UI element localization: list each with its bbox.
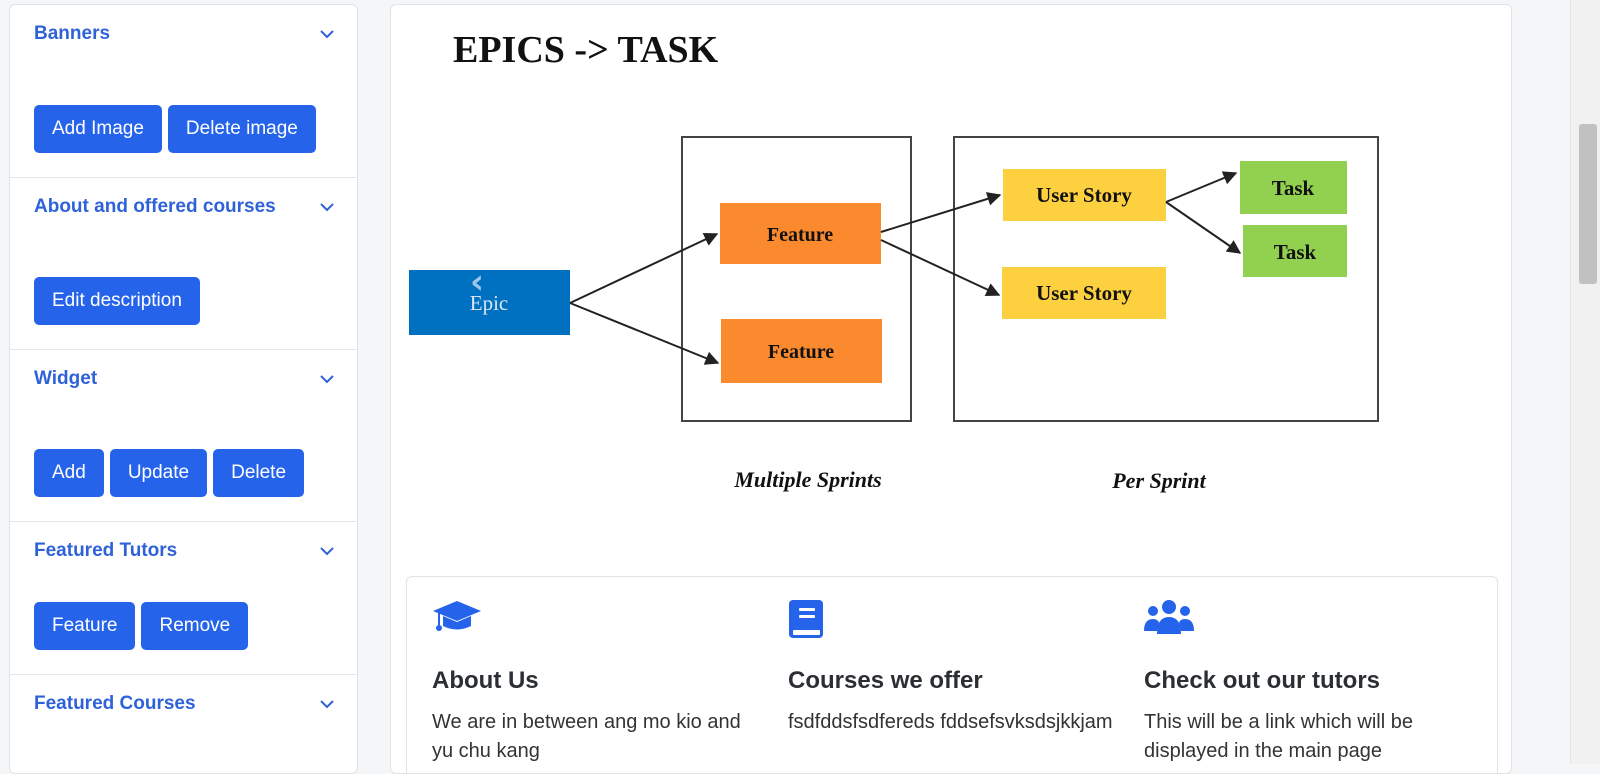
chevron-left-icon: ‹: [470, 262, 484, 302]
section-widget: Widget Add Update Delete: [10, 349, 357, 521]
chevron-down-icon: [317, 694, 337, 714]
feature-tutor-button[interactable]: Feature: [34, 602, 136, 650]
user-story-label: User Story: [1036, 281, 1132, 305]
admin-sidebar: Banners Add Image Delete image About and…: [9, 4, 358, 774]
user-story-label: User Story: [1036, 183, 1132, 207]
section-title: Widget: [34, 368, 98, 389]
arrow: [1165, 201, 1242, 254]
main-content: EPICS -> TASK Epic ‹ Feature Feature Use…: [390, 4, 1512, 774]
banners-header[interactable]: Banners: [34, 19, 337, 49]
widget-header[interactable]: Widget: [34, 364, 337, 394]
section-featured-tutors: Featured Tutors Feature Remove: [10, 521, 357, 674]
users-icon: [1144, 599, 1196, 643]
arrow: [569, 302, 720, 365]
card-text: We are in between ang mo kio and yu chu …: [432, 711, 741, 762]
section-banners: Banners Add Image Delete image: [10, 5, 357, 181]
section-title: Featured Courses: [34, 693, 196, 714]
about-courses-header[interactable]: About and offered courses: [34, 192, 337, 222]
featured-courses-header[interactable]: Featured Courses: [34, 689, 337, 719]
card-title: About Us: [432, 667, 539, 694]
card-text: fsdfddsfsdfereds fddsefsvksdsjkkjam: [788, 711, 1113, 733]
arrow: [880, 239, 1001, 297]
per-sprint-caption: Per Sprint: [1111, 468, 1206, 493]
feature-label: Feature: [767, 224, 833, 246]
multiple-sprints-caption: Multiple Sprints: [733, 467, 881, 492]
add-widget-button[interactable]: Add: [34, 449, 104, 497]
delete-widget-button[interactable]: Delete: [213, 449, 305, 497]
arrow: [569, 233, 719, 304]
card-title: Courses we offer: [788, 667, 983, 694]
section-title: About and offered courses: [34, 196, 276, 217]
chevron-down-icon: [317, 197, 337, 217]
section-title: Banners: [34, 23, 111, 44]
section-featured-courses: Featured Courses: [10, 674, 357, 773]
graduation-cap-icon: [432, 599, 484, 643]
arrow: [1165, 171, 1238, 203]
banner-heading: EPICS -> TASK: [453, 29, 719, 71]
delete-image-button[interactable]: Delete image: [167, 105, 316, 153]
chevron-down-icon: [317, 369, 337, 389]
book-icon: [788, 599, 840, 643]
page-scrollbar[interactable]: [1570, 0, 1600, 764]
task-label: Task: [1272, 176, 1315, 200]
add-image-button[interactable]: Add Image: [34, 105, 162, 153]
section-about-courses: About and offered courses Edit descripti…: [10, 177, 357, 349]
featured-tutors-header[interactable]: Featured Tutors: [34, 536, 337, 566]
chevron-down-icon: [317, 541, 337, 561]
task-label: Task: [1274, 240, 1317, 264]
carousel-prev-control[interactable]: ‹: [470, 262, 484, 302]
card-title: Check out our tutors: [1144, 667, 1381, 694]
remove-tutor-button[interactable]: Remove: [141, 602, 249, 650]
update-widget-button[interactable]: Update: [109, 449, 208, 497]
scrollbar-thumb[interactable]: [1579, 124, 1597, 284]
edit-description-button[interactable]: Edit description: [34, 277, 200, 325]
arrow: [880, 192, 1002, 233]
section-title: Featured Tutors: [34, 540, 178, 561]
feature-label: Feature: [768, 341, 834, 363]
card-text: This will be a link which will be displa…: [1144, 711, 1413, 762]
banner-carousel: EPICS -> TASK Epic ‹ Feature Feature Use…: [409, 29, 1379, 493]
chevron-down-icon: [317, 24, 337, 44]
info-cards: About Us We are in between ang mo kio an…: [406, 576, 1498, 773]
